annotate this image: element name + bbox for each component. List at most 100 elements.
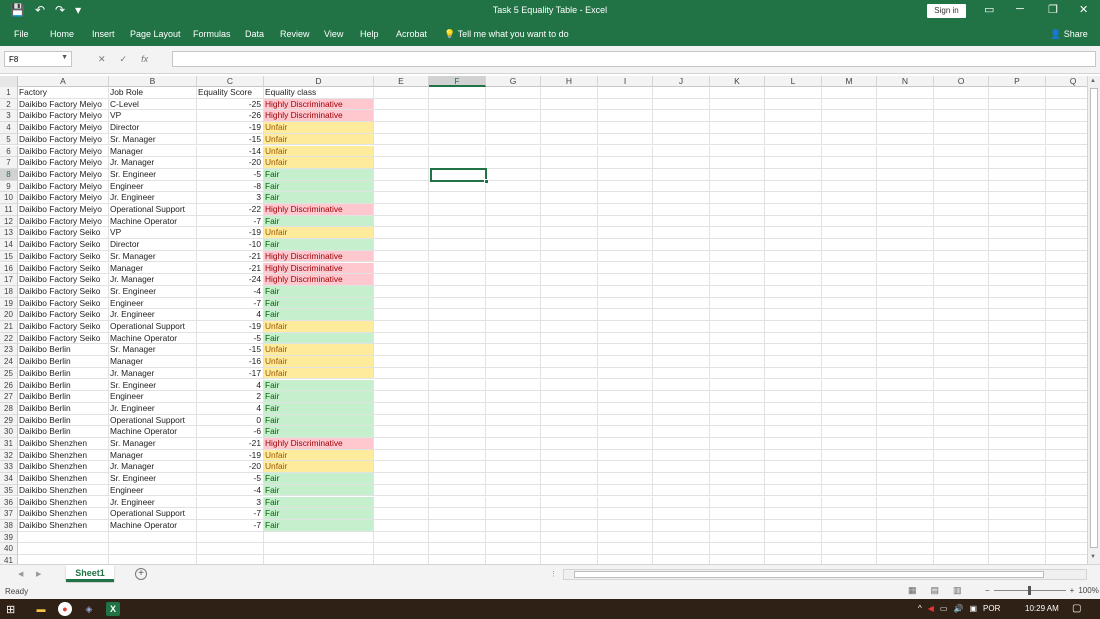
- cell-o40[interactable]: [934, 543, 989, 555]
- cell-c27[interactable]: 2: [197, 391, 264, 403]
- cell-p10[interactable]: [989, 192, 1046, 204]
- cell-q36[interactable]: [1046, 497, 1087, 509]
- row-header[interactable]: 25: [0, 367, 18, 380]
- ribbon-display-options-icon[interactable]: ▭: [984, 3, 994, 16]
- cell-h11[interactable]: [541, 204, 598, 216]
- cell-k2[interactable]: [710, 98, 765, 111]
- cell-o16[interactable]: [934, 262, 989, 275]
- cell-f27[interactable]: [429, 391, 486, 403]
- cell-b18[interactable]: Sr. Engineer: [109, 285, 197, 298]
- cell-a22[interactable]: Daikibo Factory Seiko: [18, 332, 109, 345]
- cell-q4[interactable]: [1046, 122, 1087, 134]
- cell-g31[interactable]: [486, 438, 541, 450]
- row-header[interactable]: 4: [0, 122, 18, 134]
- cell-k24[interactable]: [710, 356, 765, 368]
- cell-m23[interactable]: [822, 344, 877, 357]
- cell-k25[interactable]: [710, 367, 765, 380]
- cell-h35[interactable]: [541, 484, 598, 497]
- cell-h22[interactable]: [541, 332, 598, 345]
- cell-h10[interactable]: [541, 192, 598, 204]
- cell-n39[interactable]: [877, 531, 934, 544]
- cell-i40[interactable]: [598, 543, 653, 555]
- cell-d32[interactable]: Unfair: [264, 449, 374, 462]
- cell-k36[interactable]: [710, 496, 765, 509]
- cell-q21[interactable]: [1046, 321, 1087, 333]
- cell-j20[interactable]: [653, 309, 710, 321]
- cell-e15[interactable]: [374, 250, 429, 263]
- cell-l21[interactable]: [765, 321, 822, 333]
- cell-q16[interactable]: [1046, 263, 1087, 275]
- cell-c23[interactable]: -15: [197, 344, 264, 357]
- column-header-q[interactable]: Q: [1046, 76, 1087, 87]
- cell-o33[interactable]: [934, 461, 989, 474]
- cell-p26[interactable]: [989, 379, 1046, 392]
- cell-k26[interactable]: [710, 379, 765, 392]
- cell-q22[interactable]: [1046, 333, 1087, 345]
- cell-a20[interactable]: Daikibo Factory Seiko: [18, 309, 109, 321]
- cell-j8[interactable]: [653, 168, 710, 181]
- cell-m2[interactable]: [822, 98, 877, 111]
- cell-j39[interactable]: [653, 531, 710, 544]
- cell-o35[interactable]: [934, 484, 989, 497]
- cell-f9[interactable]: [429, 180, 486, 193]
- cell-a25[interactable]: Daikibo Berlin: [18, 367, 109, 380]
- cell-l13[interactable]: [765, 227, 822, 240]
- cell-d3[interactable]: Highly Discriminative: [264, 110, 374, 123]
- cell-o37[interactable]: [934, 508, 989, 520]
- cell-i26[interactable]: [598, 379, 653, 392]
- cell-n13[interactable]: [877, 227, 934, 240]
- cell-g12[interactable]: [486, 215, 541, 228]
- cell-e9[interactable]: [374, 180, 429, 193]
- row-header[interactable]: 12: [0, 215, 18, 228]
- excel-icon[interactable]: X: [106, 602, 120, 616]
- cell-n7[interactable]: [877, 157, 934, 169]
- cell-g30[interactable]: [486, 426, 541, 438]
- cell-h26[interactable]: [541, 379, 598, 392]
- cell-g41[interactable]: [486, 555, 541, 564]
- cell-b36[interactable]: Jr. Engineer: [109, 496, 197, 509]
- cell-d41[interactable]: [264, 555, 374, 564]
- cell-h8[interactable]: [541, 168, 598, 181]
- column-header-l[interactable]: L: [765, 76, 822, 87]
- cell-m22[interactable]: [822, 332, 877, 345]
- cell-g36[interactable]: [486, 496, 541, 509]
- cell-p18[interactable]: [989, 285, 1046, 298]
- cell-f35[interactable]: [429, 484, 486, 497]
- cell-j14[interactable]: [653, 239, 710, 251]
- cell-q15[interactable]: [1046, 251, 1087, 263]
- cell-q20[interactable]: [1046, 309, 1087, 321]
- cell-f22[interactable]: [429, 332, 486, 345]
- cell-d19[interactable]: Fair: [264, 297, 374, 310]
- scroll-down-icon[interactable]: ▼: [1090, 554, 1096, 560]
- prev-sheet-icon[interactable]: ◀: [18, 570, 23, 578]
- cell-m11[interactable]: [822, 204, 877, 216]
- cell-j22[interactable]: [653, 332, 710, 345]
- cell-a3[interactable]: Daikibo Factory Meiyo: [18, 110, 109, 123]
- cell-f21[interactable]: [429, 321, 486, 333]
- cell-e34[interactable]: [374, 473, 429, 485]
- cell-e21[interactable]: [374, 321, 429, 333]
- cell-o15[interactable]: [934, 250, 989, 263]
- cell-d4[interactable]: Unfair: [264, 122, 374, 134]
- cell-a35[interactable]: Daikibo Shenzhen: [18, 484, 109, 497]
- cell-b40[interactable]: [109, 543, 197, 555]
- cell-q5[interactable]: [1046, 134, 1087, 146]
- cell-l39[interactable]: [765, 531, 822, 544]
- cell-g14[interactable]: [486, 239, 541, 251]
- cell-a32[interactable]: Daikibo Shenzhen: [18, 449, 109, 462]
- row-header[interactable]: 30: [0, 426, 18, 438]
- cell-e12[interactable]: [374, 215, 429, 228]
- cell-o27[interactable]: [934, 391, 989, 403]
- cell-a36[interactable]: Daikibo Shenzhen: [18, 496, 109, 509]
- cell-i24[interactable]: [598, 356, 653, 368]
- cell-b11[interactable]: Operational Support: [109, 204, 197, 216]
- cell-m20[interactable]: [822, 309, 877, 321]
- cell-o28[interactable]: [934, 402, 989, 415]
- cell-a5[interactable]: Daikibo Factory Meiyo: [18, 133, 109, 146]
- row-header[interactable]: 37: [0, 508, 18, 520]
- cell-a30[interactable]: Daikibo Berlin: [18, 426, 109, 438]
- row-header[interactable]: 16: [0, 262, 18, 275]
- cell-e36[interactable]: [374, 496, 429, 509]
- cell-k7[interactable]: [710, 157, 765, 169]
- select-all-corner[interactable]: [0, 76, 18, 87]
